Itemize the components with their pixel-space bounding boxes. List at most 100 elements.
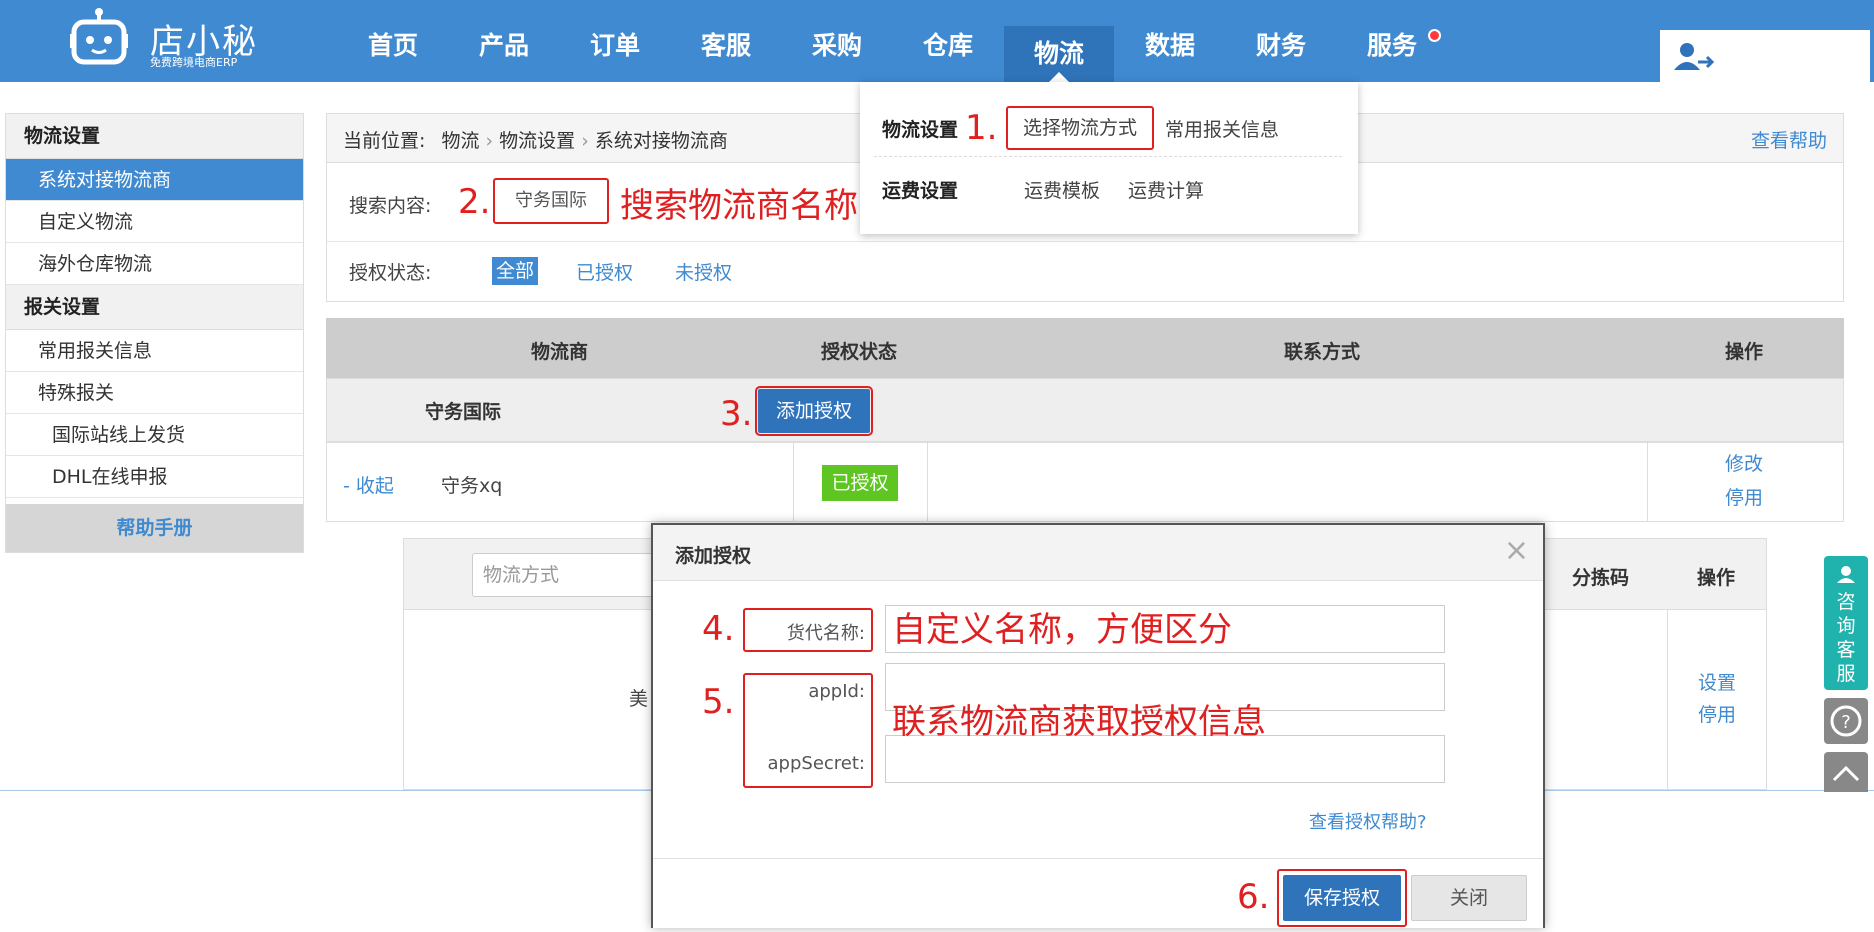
annotation-search-hint: 搜索物流商名称	[620, 186, 858, 226]
user-add-icon	[1674, 42, 1716, 76]
status-badge: 已授权	[822, 465, 898, 501]
annotation-name-hint: 自定义名称，方便区分	[892, 610, 1232, 650]
back-to-top-button[interactable]	[1824, 752, 1868, 792]
account-name: 守务xq	[441, 475, 503, 497]
help-manual-button[interactable]: 帮助手册	[6, 504, 303, 552]
modal-title: 添加授权	[675, 545, 752, 567]
column-header: 操作	[1725, 341, 1764, 363]
divider	[327, 241, 1843, 242]
nav-products[interactable]: 产品	[449, 26, 559, 66]
annotation-step: 5.	[702, 682, 735, 722]
search-input[interactable]: 守务国际	[493, 178, 609, 224]
logo-subtitle: 免费跨境电商ERP	[150, 56, 238, 69]
breadcrumb-item: 系统对接物流商	[594, 130, 728, 152]
question-icon: ?	[1830, 705, 1862, 737]
breadcrumb-item[interactable]: 物流设置	[499, 130, 575, 152]
dropdown-section-title: 运费设置	[882, 180, 959, 202]
column-header: 分拣码	[1572, 567, 1630, 589]
auth-help-link[interactable]: 查看授权帮助?	[1309, 808, 1427, 834]
shipping-method-search[interactable]: 物流方式	[472, 553, 672, 597]
sidebar-item-system-carriers[interactable]: 系统对接物流商	[6, 159, 303, 201]
svg-text:?: ?	[1841, 712, 1851, 733]
customer-service-button[interactable]: 咨询客服	[1824, 556, 1868, 690]
close-icon[interactable]: ×	[1504, 533, 1529, 568]
annotation-step: 1.	[965, 108, 998, 148]
filter-all[interactable]: 全部	[492, 257, 538, 285]
sidebar-item-customs-info[interactable]: 常用报关信息	[6, 330, 303, 372]
menu-item-select-shipping-method[interactable]: 选择物流方式	[1006, 106, 1154, 150]
forwarder-name-label: 货代名称:	[786, 623, 865, 644]
customer-service-label: 咨询客服	[1836, 591, 1856, 685]
settings-link[interactable]: 设置	[1698, 668, 1736, 695]
auth-status-label: 授权状态:	[349, 262, 432, 284]
breadcrumb-separator: ›	[581, 130, 589, 152]
sidebar-item-special-customs[interactable]: 特殊报关	[6, 372, 303, 414]
modal-footer	[653, 858, 1543, 928]
annotation-step: 3.	[720, 394, 753, 434]
method-name-partial: 美	[629, 688, 649, 710]
collapse-toggle[interactable]: - 收起	[343, 471, 394, 498]
close-button[interactable]: 关闭	[1411, 875, 1527, 921]
sidebar-section-logistics: 物流设置	[6, 114, 303, 159]
filter-unauthorized[interactable]: 未授权	[675, 258, 732, 285]
modal-header: 添加授权 ×	[653, 525, 1543, 581]
divider	[1647, 443, 1648, 521]
view-help-link[interactable]: 查看帮助	[1751, 126, 1827, 153]
sidebar-item-dhl[interactable]: DHL在线申报	[6, 456, 303, 498]
nav-warehouse[interactable]: 仓库	[893, 26, 1003, 66]
breadcrumb-item[interactable]: 物流	[441, 130, 479, 152]
column-header: 物流商	[531, 341, 589, 363]
sidebar-section-customs: 报关设置	[6, 285, 303, 330]
edit-link[interactable]: 修改	[1725, 449, 1763, 476]
logo-robot-icon	[70, 6, 128, 68]
disable-link[interactable]: 停用	[1725, 483, 1763, 510]
add-authorization-button[interactable]: 添加授权	[755, 386, 873, 436]
column-header: 操作	[1697, 567, 1736, 589]
annotation-step: 4.	[702, 609, 735, 649]
nav-service[interactable]: 客服	[671, 26, 781, 66]
breadcrumb-separator: ›	[485, 130, 494, 152]
appid-label: appId:	[808, 681, 865, 702]
agent-icon	[1835, 564, 1857, 588]
user-box[interactable]	[1660, 30, 1870, 82]
table-row: - 收起 守务xq 修改 停用	[326, 442, 1844, 522]
menu-item-freight-template[interactable]: 运费模板	[1024, 176, 1100, 203]
nav-home[interactable]: 首页	[338, 26, 448, 66]
notification-dot	[1428, 29, 1441, 42]
annotation-step: 6.	[1237, 877, 1270, 917]
breadcrumb-label: 当前位置:	[343, 130, 426, 152]
carrier-name: 守务国际	[425, 401, 502, 423]
divider	[793, 443, 794, 521]
nav-data[interactable]: 数据	[1115, 26, 1225, 66]
search-label: 搜索内容:	[349, 195, 432, 217]
sidebar-item-custom-logistics[interactable]: 自定义物流	[6, 201, 303, 243]
annotation-step: 2.	[458, 182, 491, 222]
carrier-group-row: 守务国际	[326, 378, 1844, 442]
column-header: 联系方式	[1284, 341, 1361, 363]
sidebar-item-overseas-warehouse[interactable]: 海外仓库物流	[6, 243, 303, 285]
annotation-auth-hint: 联系物流商获取授权信息	[892, 702, 1266, 742]
help-question-button[interactable]: ?	[1824, 698, 1868, 744]
nav-orders[interactable]: 订单	[560, 26, 670, 66]
menu-item-freight-calc[interactable]: 运费计算	[1128, 176, 1204, 203]
logistics-dropdown-menu: 物流设置 常用报关信息 运费设置 运费模板 运费计算	[860, 82, 1358, 234]
dropdown-section-title: 物流设置	[882, 119, 959, 141]
sidebar: 物流设置 系统对接物流商 自定义物流 海外仓库物流 报关设置 常用报关信息 特殊…	[5, 113, 304, 553]
disable-link[interactable]: 停用	[1698, 700, 1736, 727]
table-header: 物流商 授权状态 联系方式 操作	[326, 318, 1844, 378]
sidebar-item-intl-station[interactable]: 国际站线上发货	[6, 414, 303, 456]
divider	[927, 443, 928, 521]
breadcrumb: 当前位置: 物流 › 物流设置 › 系统对接物流商	[343, 126, 728, 153]
chevron-up-icon	[1832, 765, 1860, 782]
dropdown-arrow	[1049, 72, 1069, 82]
divider	[874, 156, 1342, 157]
divider	[1667, 610, 1668, 790]
appsecret-label: appSecret:	[767, 753, 865, 774]
save-authorization-button[interactable]: 保存授权	[1283, 875, 1401, 921]
filter-authorized[interactable]: 已授权	[576, 258, 633, 285]
nav-finance[interactable]: 财务	[1226, 26, 1336, 66]
top-navbar: 店小秘 免费跨境电商ERP 首页 产品 订单 客服 采购 仓库 物流 数据 财务…	[0, 0, 1874, 82]
menu-item-customs-info[interactable]: 常用报关信息	[1165, 115, 1279, 142]
nav-purchase[interactable]: 采购	[782, 26, 892, 66]
column-header: 授权状态	[821, 341, 898, 363]
